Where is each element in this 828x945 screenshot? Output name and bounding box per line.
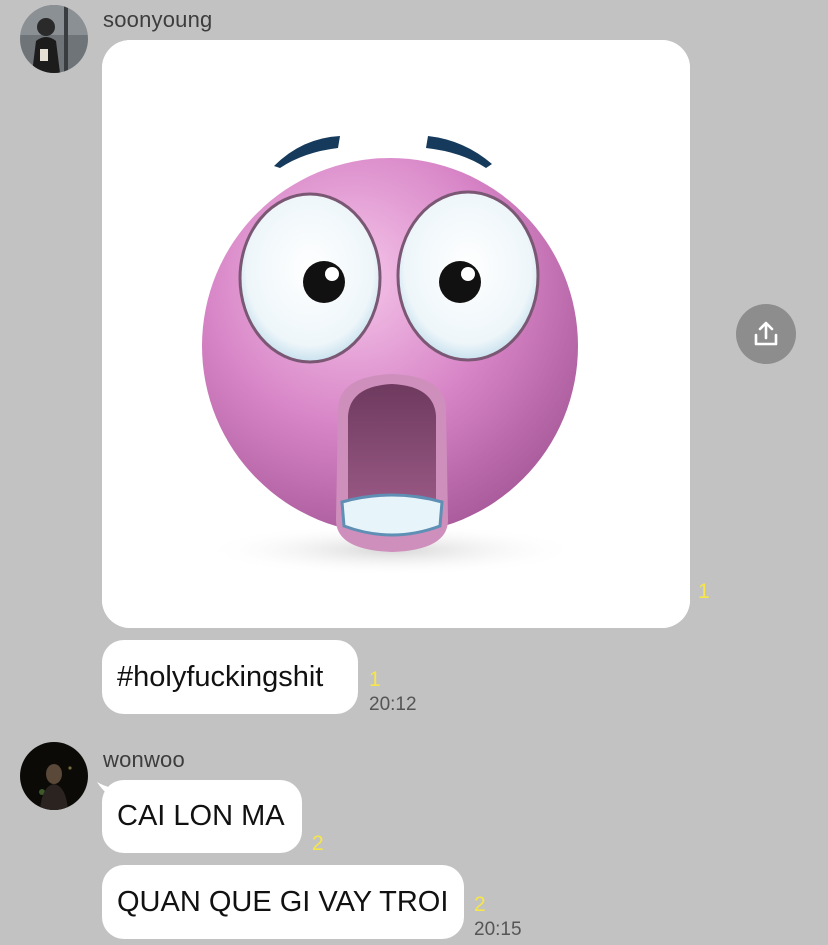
share-upload-icon (754, 321, 778, 346)
sender-name: soonyoung (103, 7, 213, 32)
message-text: #holyfuckingshit (117, 660, 324, 693)
unread-count: 2 (312, 832, 324, 855)
avatar-wonwoo[interactable] (20, 742, 88, 810)
shocked-face-emoji-image (102, 40, 690, 628)
sender-name: wonwoo (103, 747, 185, 772)
unread-count: 1 (369, 668, 381, 691)
avatar-soonyoung[interactable] (20, 5, 88, 73)
image-message[interactable] (102, 40, 690, 628)
message-bubble[interactable]: CAI LON MA (102, 780, 302, 853)
message-bubble[interactable]: QUAN QUE GI VAY TROI (102, 865, 464, 939)
message-text: QUAN QUE GI VAY TROI (117, 885, 449, 918)
unread-count: 1 (698, 580, 710, 603)
unread-count: 2 (474, 893, 486, 916)
message-text: CAI LON MA (117, 800, 285, 832)
message-bubble[interactable]: #holyfuckingshit (102, 640, 358, 714)
share-button[interactable] (736, 304, 796, 364)
timestamp: 20:12 (369, 694, 417, 715)
timestamp: 20:15 (474, 919, 522, 940)
